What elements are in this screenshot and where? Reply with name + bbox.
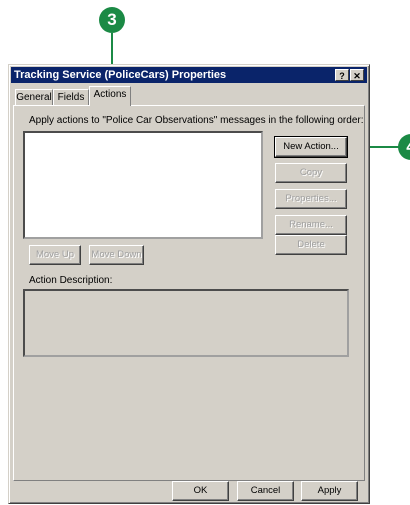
actions-list[interactable] xyxy=(23,131,263,239)
copy-button[interactable]: Copy xyxy=(275,163,347,183)
window-title: Tracking Service (PoliceCars) Properties xyxy=(14,69,227,81)
delete-button[interactable]: Delete xyxy=(275,235,347,255)
action-description-label: Action Description: xyxy=(29,275,113,286)
tab-actions[interactable]: Actions xyxy=(89,86,131,106)
cancel-button[interactable]: Cancel xyxy=(237,481,294,501)
rename-button[interactable]: Rename... xyxy=(275,215,347,235)
move-up-button[interactable]: Move Up xyxy=(29,245,81,265)
callout-4-badge: 4 xyxy=(398,134,410,160)
callout-3-badge: 3 xyxy=(99,7,125,33)
tab-general[interactable]: General xyxy=(15,89,53,105)
move-down-button[interactable]: Move Down xyxy=(89,245,144,265)
tab-fields[interactable]: Fields xyxy=(53,89,89,105)
title-bar: Tracking Service (PoliceCars) Properties xyxy=(11,67,367,83)
ok-button[interactable]: OK xyxy=(172,481,229,501)
apply-button[interactable]: Apply xyxy=(301,481,358,501)
properties-dialog: Tracking Service (PoliceCars) Properties… xyxy=(8,64,370,504)
new-action-button[interactable]: New Action... xyxy=(274,136,348,158)
instruction-text: Apply actions to "Police Car Observation… xyxy=(29,115,364,126)
help-button[interactable]: ? xyxy=(335,69,349,81)
properties-button[interactable]: Properties... xyxy=(275,189,347,209)
close-button[interactable]: ✕ xyxy=(350,69,364,81)
action-description-box xyxy=(23,289,349,357)
